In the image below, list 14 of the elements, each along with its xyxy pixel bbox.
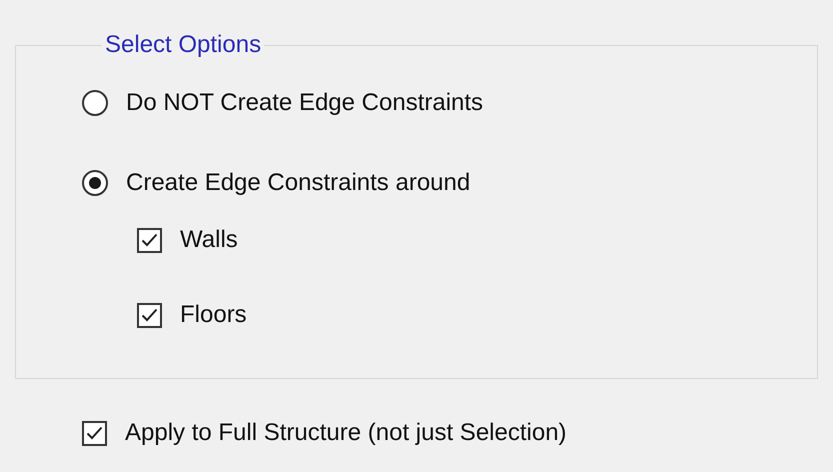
checkbox-label: Walls	[180, 226, 238, 254]
checkbox[interactable]	[82, 420, 107, 446]
group-title: Select Options	[104, 31, 262, 59]
checkbox[interactable]	[137, 302, 162, 328]
radio-button[interactable]	[82, 90, 108, 116]
radio-button[interactable]	[82, 170, 108, 196]
option-label: Do NOT Create Edge Constraints	[126, 89, 484, 117]
check-icon	[86, 426, 103, 440]
checkbox-label: Apply to Full Structure (not just Selection)	[125, 419, 567, 447]
option-label: Create Edge Constraints around	[126, 169, 470, 197]
checkbox[interactable]	[137, 228, 162, 252]
check-icon	[141, 308, 158, 322]
checkbox-label: Floors	[180, 301, 247, 329]
check-icon	[141, 233, 158, 247]
